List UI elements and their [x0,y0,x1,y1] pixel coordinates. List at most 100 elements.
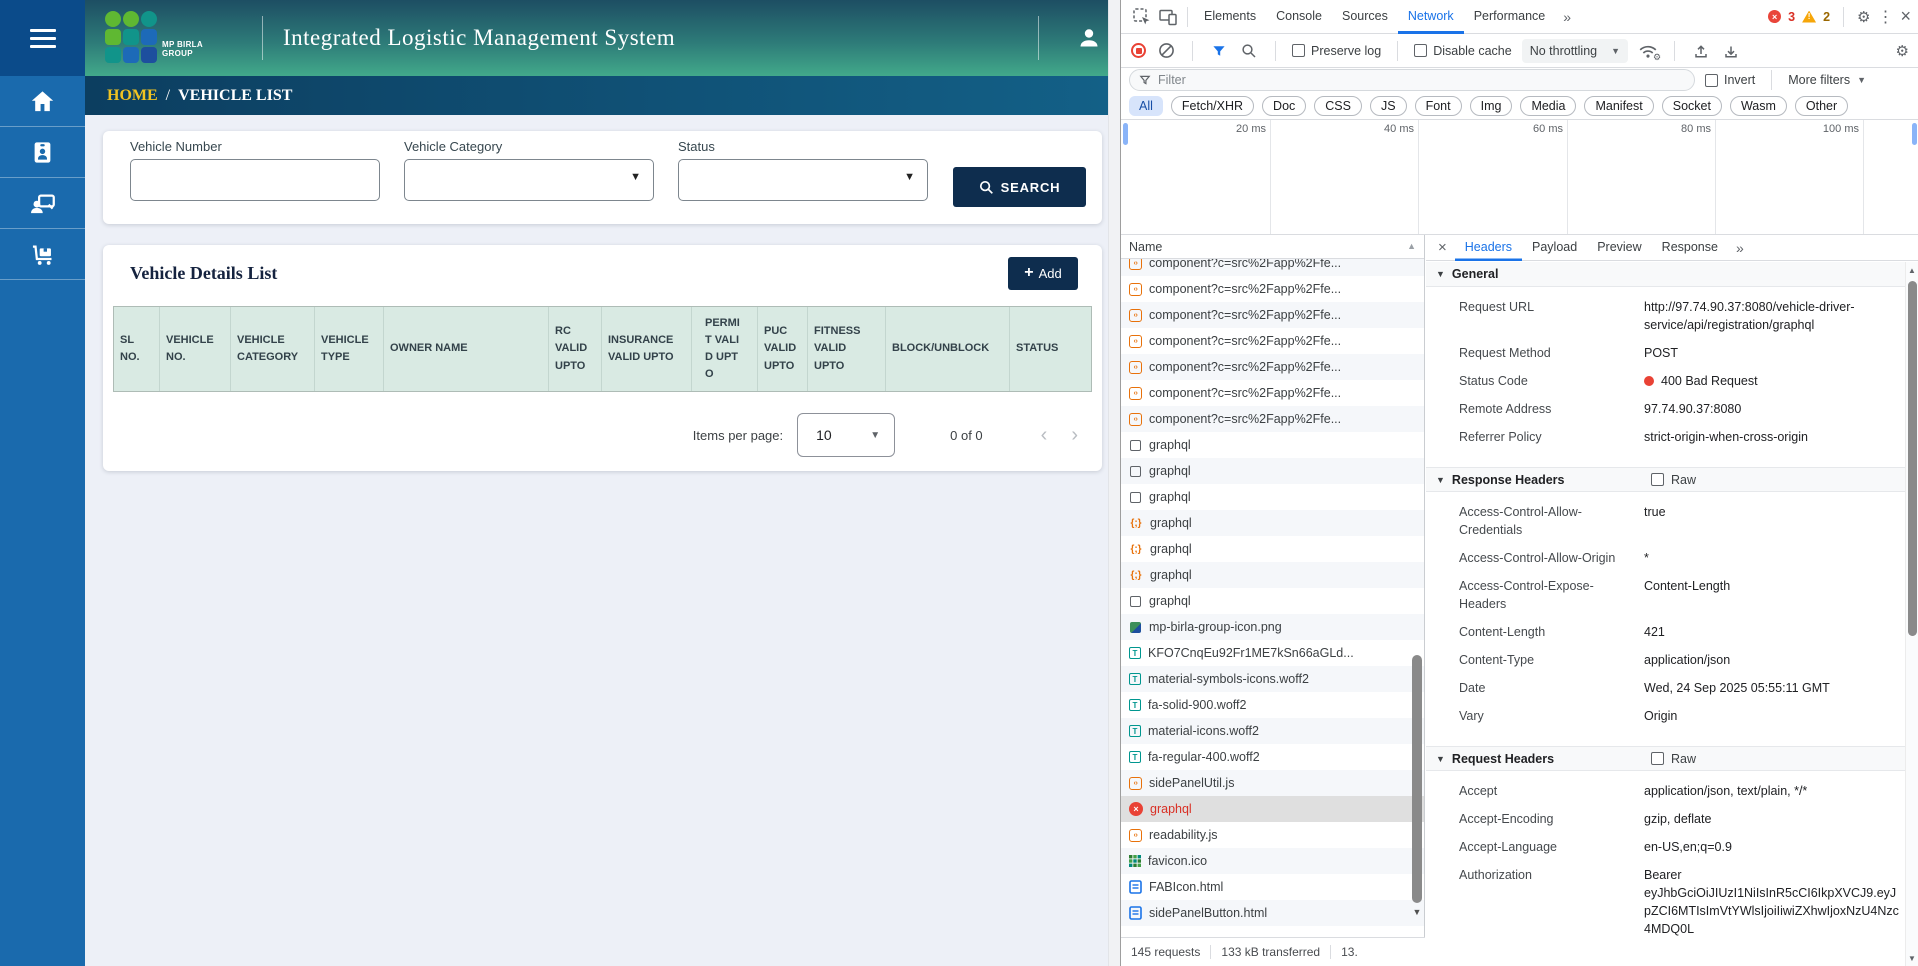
breadcrumb-home-link[interactable]: HOME [107,87,158,105]
request-row[interactable]: {;}graphql [1121,510,1424,536]
request-row[interactable]: Tmaterial-symbols-icons.woff2 [1121,666,1424,692]
vehicle-number-input[interactable] [130,159,380,201]
request-row[interactable]: graphql [1121,458,1424,484]
name-column-header[interactable]: Name ▲ [1121,235,1424,259]
more-detail-tabs-button[interactable]: » [1728,240,1752,256]
network-settings-gear-icon[interactable]: ⚙ [1896,42,1909,60]
settings-gear-icon[interactable]: ⚙ [1857,8,1870,26]
request-row[interactable]: graphql [1121,588,1424,614]
tab-preview[interactable]: Preview [1587,235,1651,261]
request-row[interactable]: favicon.ico [1121,848,1424,874]
request-row[interactable]: ‹›component?c=src%2Fapp%2Ffe... [1121,302,1424,328]
network-timeline-overview[interactable]: 20 ms 40 ms 60 ms 80 ms 100 ms [1121,120,1918,235]
invert-filter-toggle[interactable]: Invert [1705,73,1755,87]
request-row[interactable]: {;}graphql [1121,536,1424,562]
sidebar-item-vehicle[interactable] [0,229,85,280]
user-profile-button[interactable] [1073,22,1105,54]
type-filter-manifest[interactable]: Manifest [1584,96,1653,116]
request-row[interactable]: ‹›component?c=src%2Fapp%2Ffe... [1121,354,1424,380]
request-raw-toggle[interactable]: Raw [1651,752,1696,766]
request-headers-section-header[interactable]: ▼ Request Headers Raw [1426,746,1906,771]
request-row[interactable]: ‹›component?c=src%2Fapp%2Ffe... [1121,259,1424,276]
request-row[interactable]: sidePanelButton.html [1121,900,1424,926]
tab-performance[interactable]: Performance [1464,0,1556,34]
tab-network[interactable]: Network [1398,0,1464,34]
request-row[interactable]: ‹›component?c=src%2Fapp%2Ffe... [1121,380,1424,406]
type-filter-wasm[interactable]: Wasm [1730,96,1787,116]
scrollbar-thumb[interactable] [1412,655,1422,903]
request-row[interactable]: graphql [1121,432,1424,458]
invert-checkbox[interactable] [1705,74,1718,87]
details-scrollbar[interactable]: ▲ ▼ [1905,262,1918,966]
filter-toggle-button[interactable] [1209,38,1229,64]
request-row[interactable]: Tfa-solid-900.woff2 [1121,692,1424,718]
request-row[interactable]: FABIcon.html [1121,874,1424,900]
more-tabs-button[interactable]: » [1555,9,1579,25]
type-filter-font[interactable]: Font [1415,96,1462,116]
throttling-select[interactable]: No throttling ▼ [1522,39,1628,63]
response-headers-section-header[interactable]: ▼ Response Headers Raw [1426,467,1906,492]
record-network-log-button[interactable] [1131,43,1146,58]
sidebar-item-home[interactable] [0,76,85,127]
scrollbar-thumb[interactable] [1908,281,1917,636]
type-filter-media[interactable]: Media [1520,96,1576,116]
search-button[interactable]: SEARCH [953,167,1086,207]
tab-console[interactable]: Console [1266,0,1332,34]
raw-checkbox[interactable] [1651,473,1664,486]
scroll-up-icon[interactable]: ▲ [1906,262,1918,279]
tab-elements[interactable]: Elements [1194,0,1266,34]
request-list-scrollbar[interactable]: ▼ [1411,655,1423,917]
page-scrollbar[interactable] [1108,0,1120,966]
request-row-selected[interactable]: ×graphql [1121,796,1424,822]
timeline-right-handle[interactable] [1912,123,1917,145]
timeline-left-handle[interactable] [1123,123,1128,145]
clear-network-log-button[interactable] [1156,38,1176,64]
scroll-down-icon[interactable]: ▼ [1411,907,1423,917]
warning-icon[interactable]: ! [1802,11,1816,23]
device-toolbar-button[interactable] [1155,4,1181,30]
tab-response[interactable]: Response [1652,235,1728,261]
search-network-button[interactable] [1239,38,1259,64]
export-har-button[interactable] [1721,38,1741,64]
previous-page-button[interactable]: ‹ [1041,424,1048,447]
vehicle-category-select[interactable]: ▼ [404,159,654,201]
sidebar-item-id-badge[interactable] [0,127,85,178]
request-row[interactable]: ‹›component?c=src%2Fapp%2Ffe... [1121,406,1424,432]
type-filter-other[interactable]: Other [1795,96,1848,116]
request-row[interactable]: ‹›sidePanelUtil.js [1121,770,1424,796]
tab-headers[interactable]: Headers [1455,235,1522,261]
status-select[interactable]: ▼ [678,159,928,201]
network-conditions-button[interactable]: ⚙ [1638,41,1658,61]
inspect-element-button[interactable] [1129,4,1155,30]
request-row[interactable]: ‹›readability.js [1121,822,1424,848]
close-details-icon[interactable]: × [1430,239,1455,256]
type-filter-img[interactable]: Img [1470,96,1513,116]
tab-sources[interactable]: Sources [1332,0,1398,34]
import-har-button[interactable] [1691,38,1711,64]
devtools-menu-icon[interactable]: ⋮ [1877,7,1893,27]
request-row[interactable]: {;}graphql [1121,562,1424,588]
request-row[interactable]: ‹›component?c=src%2Fapp%2Ffe... [1121,328,1424,354]
type-filter-css[interactable]: CSS [1314,96,1362,116]
close-devtools-icon[interactable]: × [1900,6,1911,27]
request-row[interactable]: TKFO7CnqEu92Fr1ME7kSn66aGLd... [1121,640,1424,666]
raw-checkbox[interactable] [1651,752,1664,765]
sidebar-item-driver-management[interactable] [0,178,85,229]
scroll-down-icon[interactable]: ▼ [1906,954,1918,963]
request-row[interactable]: ‹›component?c=src%2Fapp%2Ffe... [1121,276,1424,302]
response-raw-toggle[interactable]: Raw [1651,473,1696,487]
hamburger-menu-button[interactable] [0,0,85,76]
request-row[interactable]: graphql [1121,484,1424,510]
items-per-page-select[interactable]: 10 ▼ [797,413,895,457]
type-filter-doc[interactable]: Doc [1262,96,1306,116]
tab-payload[interactable]: Payload [1522,235,1587,261]
next-page-button[interactable]: › [1071,424,1078,447]
disable-cache-toggle[interactable]: Disable cache [1414,44,1512,58]
disable-cache-checkbox[interactable] [1414,44,1427,57]
network-filter-input[interactable]: Filter [1129,69,1695,91]
type-filter-socket[interactable]: Socket [1662,96,1722,116]
general-section-header[interactable]: ▼ General [1426,262,1906,287]
preserve-log-toggle[interactable]: Preserve log [1292,44,1381,58]
type-filter-all[interactable]: All [1129,96,1163,116]
more-filters-button[interactable]: More filters ▼ [1788,73,1866,87]
